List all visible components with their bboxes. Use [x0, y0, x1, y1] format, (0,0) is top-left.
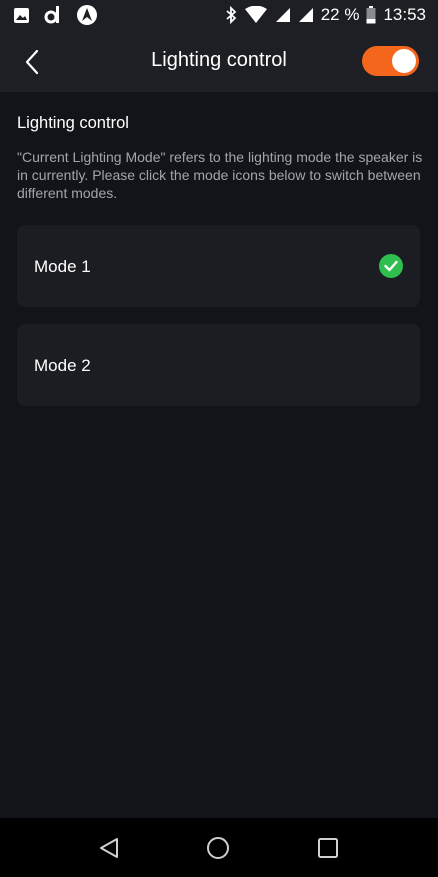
toggle-knob [392, 49, 416, 73]
back-triangle-icon [100, 838, 118, 858]
battery-icon [366, 6, 376, 24]
home-circle-icon [207, 837, 229, 859]
bluetooth-icon [225, 6, 237, 24]
mode-card-2[interactable]: Mode 2 [17, 324, 420, 406]
nav-home-button[interactable] [205, 835, 231, 861]
mode-label: Mode 1 [34, 257, 91, 276]
signal-icon [298, 7, 314, 23]
gauge-app-icon [76, 4, 98, 26]
wifi-icon [244, 6, 268, 24]
status-time: 13:53 [383, 5, 426, 24]
battery-percent: 22 % [320, 5, 360, 24]
status-right-icons: 22 % 13:53 [225, 5, 426, 25]
recents-square-icon [318, 838, 338, 858]
check-circle-icon [379, 254, 403, 278]
app-header: Lighting control [0, 30, 438, 92]
nav-recents-button[interactable] [315, 835, 341, 861]
section-title: Lighting control [17, 114, 129, 132]
status-left-icons [13, 4, 98, 26]
mode-label: Mode 2 [34, 356, 91, 375]
status-bar: 22 % 13:53 [0, 0, 438, 30]
system-nav-bar [0, 818, 438, 877]
description-text: "Current Lighting Mode" refers to the li… [17, 149, 423, 201]
mode-card-1[interactable]: Mode 1 [17, 225, 420, 307]
lighting-toggle[interactable] [362, 46, 419, 76]
d-app-icon [44, 5, 62, 25]
nav-back-button[interactable] [96, 835, 122, 861]
image-icon [13, 7, 30, 24]
signal-icon [275, 7, 291, 23]
